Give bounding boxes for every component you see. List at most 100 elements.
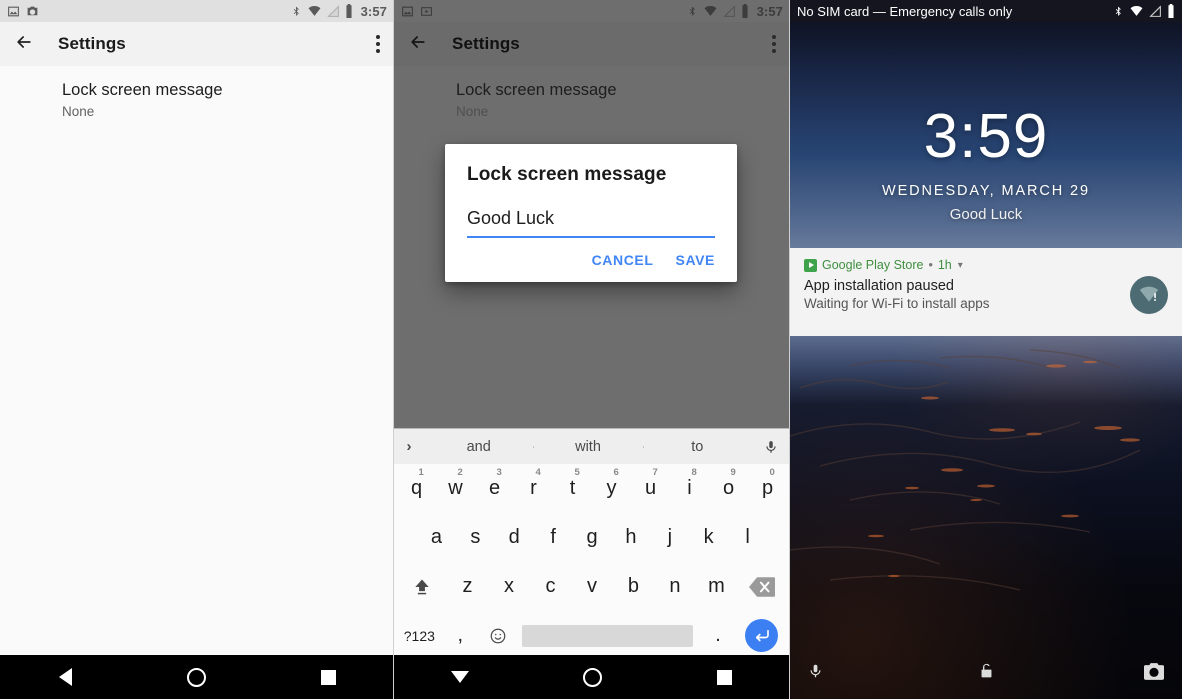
backspace-icon[interactable]: [737, 562, 787, 611]
status-bar-left-icons: [401, 5, 433, 18]
key-j[interactable]: j: [650, 513, 689, 562]
page-title: Settings: [452, 34, 520, 53]
key-period[interactable]: .: [699, 611, 736, 660]
key-t[interactable]: 5t: [553, 464, 592, 513]
key-d[interactable]: d: [495, 513, 534, 562]
app-bar: Settings: [394, 22, 790, 66]
key-y[interactable]: 6y: [592, 464, 631, 513]
key-e[interactable]: 3e: [475, 464, 514, 513]
home-circle-icon: [187, 667, 207, 687]
key-z[interactable]: z: [447, 562, 488, 611]
key-b[interactable]: b: [613, 562, 654, 611]
key-label: y: [606, 477, 617, 499]
key-p[interactable]: 0p: [748, 464, 787, 513]
phone-panel-dialog: 3:57 Settings Lock screen message None L…: [394, 0, 790, 699]
status-bar: 3:57: [394, 0, 790, 22]
more-options-icon[interactable]: [772, 35, 776, 53]
status-bar-clock: 3:57: [756, 3, 783, 19]
key-c[interactable]: c: [530, 562, 571, 611]
back-arrow-icon[interactable]: [408, 32, 428, 57]
suggestion-item[interactable]: with: [533, 439, 642, 455]
status-bar: No SIM card — Emergency calls only: [790, 0, 1182, 22]
enter-key[interactable]: [737, 619, 787, 652]
dialog-actions: CANCEL SAVE: [467, 252, 715, 274]
video-icon: [420, 5, 433, 18]
carrier-label: No SIM card — Emergency calls only: [797, 3, 1013, 19]
key-label: q: [410, 477, 423, 499]
unlock-button[interactable]: [927, 661, 1046, 681]
key-w[interactable]: 2w: [436, 464, 475, 513]
camera-icon: [1144, 662, 1165, 680]
preference-summary: None: [62, 104, 95, 119]
lock-clock: 3:59: [923, 102, 1049, 171]
shift-icon[interactable]: [397, 562, 447, 611]
chevron-down-icon[interactable]: ▾: [958, 260, 963, 271]
key-number: 4: [535, 467, 541, 478]
key-q[interactable]: 1q: [397, 464, 436, 513]
key-comma[interactable]: ,: [442, 611, 479, 660]
phone-panel-lockscreen: No SIM card — Emergency calls only 3:59 …: [790, 0, 1182, 699]
suggestion-item[interactable]: to: [642, 439, 752, 455]
camera-shortcut[interactable]: [1045, 662, 1182, 680]
play-store-icon: [804, 258, 817, 272]
key-n[interactable]: n: [654, 562, 695, 611]
microphone-icon[interactable]: [752, 439, 790, 455]
cancel-button[interactable]: CANCEL: [592, 252, 654, 268]
preference-lock-screen-message[interactable]: Lock screen message None: [394, 66, 790, 120]
key-l[interactable]: l: [728, 513, 767, 562]
nav-home-button[interactable]: [526, 667, 658, 687]
nav-recents-button[interactable]: [263, 669, 394, 685]
space-key[interactable]: [522, 624, 694, 647]
key-m[interactable]: m: [696, 562, 737, 611]
image-icon: [401, 5, 414, 18]
chevron-right-icon[interactable]: ›: [394, 438, 424, 455]
key-label: o: [722, 477, 735, 499]
key-label: u: [644, 477, 657, 499]
key-o[interactable]: 9o: [709, 464, 748, 513]
key-i[interactable]: 8i: [670, 464, 709, 513]
key-f[interactable]: f: [534, 513, 573, 562]
nav-recents-button[interactable]: [658, 669, 790, 685]
phone-panel-settings: 3:57 Settings Lock screen message None: [0, 0, 394, 699]
keyboard-row-1: 1q 2w 3e 4r 5t 6y 7u 8i 9o 0p: [394, 464, 790, 513]
signal-off-icon: [1149, 4, 1162, 18]
nav-back-button[interactable]: [0, 668, 131, 686]
symbols-key[interactable]: ?123: [397, 611, 442, 660]
lock-screen-message: Good Luck: [949, 206, 1023, 223]
notification-card[interactable]: Google Play Store • 1h ▾ App installatio…: [790, 248, 1182, 336]
key-r[interactable]: 4r: [514, 464, 553, 513]
save-button[interactable]: SAVE: [676, 252, 716, 268]
nav-dismiss-keyboard-button[interactable]: [394, 671, 526, 683]
page-title: Settings: [58, 34, 126, 53]
battery-icon: [741, 4, 749, 18]
emoji-icon[interactable]: [479, 611, 516, 660]
preference-lock-screen-message[interactable]: Lock screen message None: [0, 66, 394, 120]
nav-home-button[interactable]: [131, 667, 262, 687]
key-u[interactable]: 7u: [631, 464, 670, 513]
more-options-icon[interactable]: [376, 35, 380, 53]
key-label: i: [687, 477, 692, 499]
wifi-off-icon: [703, 5, 718, 18]
key-h[interactable]: h: [611, 513, 650, 562]
key-number: 1: [418, 467, 424, 478]
wallpaper-terrain-detail: [790, 349, 1141, 591]
key-v[interactable]: v: [571, 562, 612, 611]
key-k[interactable]: k: [689, 513, 728, 562]
key-g[interactable]: g: [573, 513, 612, 562]
suggestion-item[interactable]: and: [424, 439, 533, 455]
unlock-icon: [981, 663, 991, 678]
bluetooth-icon: [1113, 5, 1124, 18]
key-a[interactable]: a: [417, 513, 456, 562]
preference-summary: None: [456, 104, 489, 119]
lock-screen-message-input[interactable]: Good Luck: [467, 208, 715, 238]
suggestion-bar: › and with to: [394, 428, 790, 464]
notification-separator: •: [928, 258, 933, 272]
back-arrow-icon[interactable]: [14, 32, 34, 57]
status-bar-left-icons: [7, 5, 39, 18]
symbols-label: ?123: [403, 627, 435, 644]
image-icon: [7, 5, 20, 18]
voice-assist-shortcut[interactable]: [790, 662, 927, 680]
key-s[interactable]: s: [456, 513, 495, 562]
key-x[interactable]: x: [488, 562, 529, 611]
status-bar: 3:57: [0, 0, 394, 22]
